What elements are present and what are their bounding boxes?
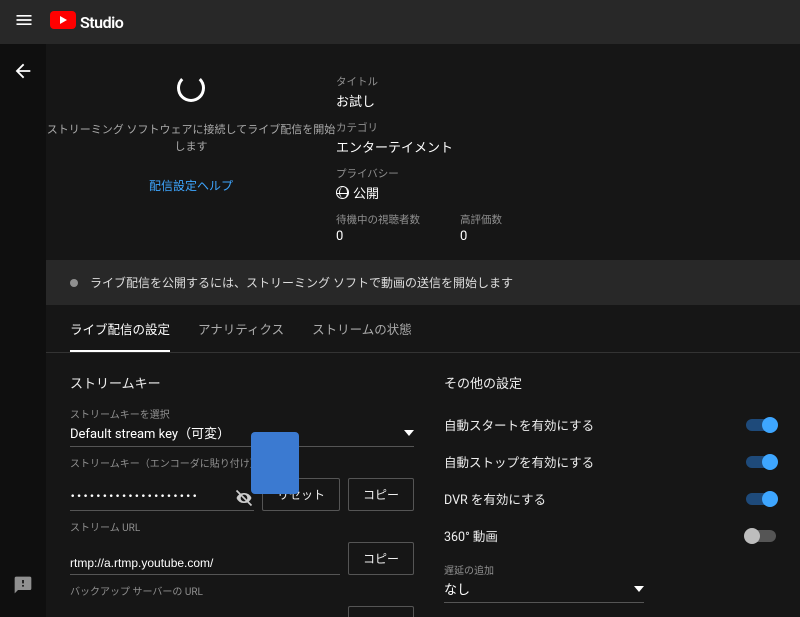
title-value: お試し xyxy=(336,91,800,110)
stream-url-input[interactable] xyxy=(70,554,340,575)
menu-icon[interactable] xyxy=(14,10,34,34)
copy-url-button[interactable]: コピー xyxy=(348,542,414,575)
auto-start-label: 自動スタートを有効にする xyxy=(444,415,594,434)
content-panel: ストリーミング ソフトウェアに接続してライブ配信を開始します 配信設定ヘルプ タ… xyxy=(46,44,800,617)
title-label: タイトル xyxy=(336,74,800,89)
status-bar: ライブ配信を公開するには、ストリーミング ソフトで動画の送信を開始します xyxy=(46,260,800,305)
tab-stream-health[interactable]: ストリームの状態 xyxy=(312,305,412,352)
stream-meta: タイトル お試し カテゴリ エンターテイメント プライバシー 公開 待機中の視聴… xyxy=(336,64,800,244)
auto-stop-label: 自動ストップを有効にする xyxy=(444,452,594,471)
backup-url-label: バックアップ サーバーの URL xyxy=(70,583,414,598)
dvr-toggle[interactable] xyxy=(746,493,776,505)
back-arrow-icon[interactable] xyxy=(12,60,34,86)
tab-analytics[interactable]: アナリティクス xyxy=(198,305,284,352)
category-label: カテゴリ xyxy=(336,120,800,135)
topbar: Studio xyxy=(0,0,800,44)
add-delay-label: 遅延の追加 xyxy=(444,562,776,577)
stream-key-heading: ストリームキー xyxy=(70,373,414,392)
studio-label: Studio xyxy=(80,13,123,32)
video360-toggle[interactable] xyxy=(746,530,776,542)
status-dot-icon xyxy=(70,279,78,287)
video360-label: 360° 動画 xyxy=(444,526,498,545)
studio-logo[interactable]: Studio xyxy=(50,11,123,33)
stream-help-link[interactable]: 配信設定ヘルプ xyxy=(149,177,233,194)
stream-key-select-value: Default stream key（可変） xyxy=(70,423,230,442)
privacy-value: 公開 xyxy=(353,183,379,202)
chevron-down-icon xyxy=(634,586,644,592)
tabs: ライブ配信の設定 アナリティクス ストリームの状態 xyxy=(46,305,800,353)
add-delay-select[interactable]: なし xyxy=(444,577,644,603)
stream-key-masked: •••••••••••••••••••• xyxy=(70,492,234,506)
preview-waiting-msg: ストリーミング ソフトウェアに接続してライブ配信を開始します xyxy=(46,122,336,155)
copy-key-button[interactable]: コピー xyxy=(348,478,414,511)
waiting-viewers-label: 待機中の視聴者数 xyxy=(336,212,420,227)
auto-start-toggle[interactable] xyxy=(746,419,776,431)
category-value: エンターテイメント xyxy=(336,137,800,156)
other-settings-heading: その他の設定 xyxy=(444,373,776,392)
stream-key-column: ストリームキー ストリームキーを選択 Default stream key（可変… xyxy=(70,373,414,617)
globe-icon xyxy=(336,186,349,199)
stream-key-select-label: ストリームキーを選択 xyxy=(70,406,414,421)
likes-value: 0 xyxy=(460,229,502,244)
copy-backup-button[interactable]: コピー xyxy=(348,606,414,617)
stream-key-select[interactable]: Default stream key（可変） xyxy=(70,421,414,447)
stream-key-label: ストリームキー（エンコーダに貼り付け） xyxy=(70,455,414,470)
left-rail xyxy=(0,44,46,617)
youtube-icon xyxy=(50,11,76,33)
feedback-icon[interactable] xyxy=(13,575,33,599)
dvr-label: DVR を有効にする xyxy=(444,489,546,508)
other-settings-column: その他の設定 自動スタートを有効にする 自動ストップを有効にする DVR を有効… xyxy=(444,373,776,617)
waiting-viewers-value: 0 xyxy=(336,229,420,244)
chevron-down-icon xyxy=(404,430,414,436)
likes-label: 高評価数 xyxy=(460,212,502,227)
status-message: ライブ配信を公開するには、ストリーミング ソフトで動画の送信を開始します xyxy=(90,274,513,291)
redaction-block xyxy=(251,432,299,494)
add-delay-value: なし xyxy=(444,579,470,598)
auto-stop-toggle[interactable] xyxy=(746,456,776,468)
preview-panel: ストリーミング ソフトウェアに接続してライブ配信を開始します 配信設定ヘルプ xyxy=(46,64,336,244)
loading-spinner-icon xyxy=(177,74,205,102)
stream-url-label: ストリーム URL xyxy=(70,519,414,534)
tab-settings[interactable]: ライブ配信の設定 xyxy=(70,305,170,352)
privacy-label: プライバシー xyxy=(336,166,800,181)
